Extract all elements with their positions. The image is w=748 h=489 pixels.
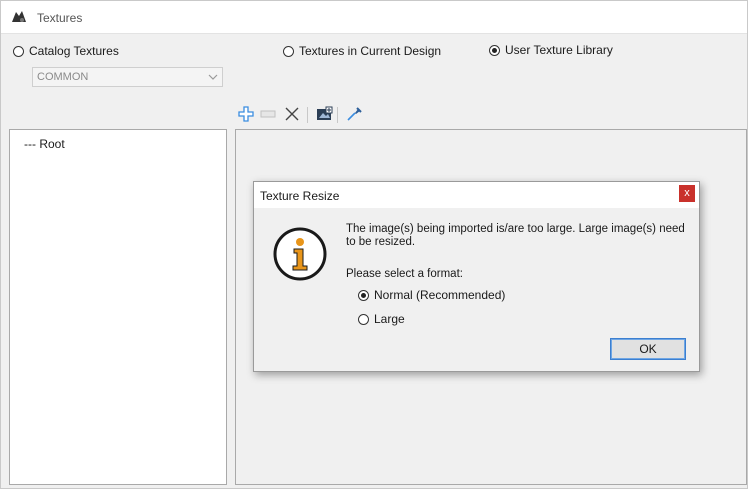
catalog-combo[interactable]: COMMON — [32, 67, 223, 87]
dialog-prompt: Please select a format: — [346, 268, 463, 280]
delete-icon[interactable] — [283, 105, 301, 123]
dialog-message: The image(s) being imported is/are too l… — [346, 223, 685, 248]
dialog-title-bar: Texture Resize x — [254, 182, 699, 208]
catalog-combo-value: COMMON — [37, 71, 89, 83]
toolbar-separator — [337, 107, 338, 123]
format-large-radio[interactable]: Large — [358, 312, 405, 326]
user-library-radio[interactable]: User Texture Library — [489, 43, 613, 57]
current-design-radio[interactable]: Textures in Current Design — [283, 44, 441, 58]
rename-icon[interactable] — [259, 105, 277, 123]
textures-app-icon — [11, 10, 27, 24]
tree-root-item[interactable]: --- Root — [24, 137, 65, 151]
textures-window: Textures Catalog Textures Textures in Cu… — [0, 0, 748, 489]
radio-indicator-selected — [358, 289, 369, 301]
ok-button[interactable]: OK — [610, 338, 686, 360]
radio-indicator — [13, 45, 24, 57]
texture-resize-dialog: Texture Resize x The image(s) being impo… — [253, 181, 700, 372]
radio-indicator — [358, 313, 369, 325]
catalog-textures-radio[interactable]: Catalog Textures — [13, 44, 119, 58]
format-large-label: Large — [374, 312, 405, 326]
import-image-icon[interactable] — [315, 105, 333, 123]
chevron-down-icon — [208, 71, 218, 81]
format-normal-label: Normal (Recommended) — [374, 288, 506, 302]
texture-toolbar — [237, 105, 377, 125]
current-design-label: Textures in Current Design — [299, 44, 442, 58]
format-normal-radio[interactable]: Normal (Recommended) — [358, 288, 505, 302]
toolbar-separator — [307, 107, 308, 123]
info-icon — [272, 226, 328, 282]
radio-indicator — [283, 45, 294, 57]
catalog-textures-label: Catalog Textures — [29, 44, 119, 58]
title-bar: Textures — [1, 1, 747, 34]
texture-tree[interactable]: --- Root — [9, 129, 227, 485]
add-icon[interactable] — [237, 105, 255, 123]
user-library-label: User Texture Library — [505, 43, 613, 57]
radio-indicator-selected — [489, 44, 500, 56]
close-icon[interactable]: x — [679, 185, 695, 202]
dialog-title: Texture Resize — [260, 189, 340, 203]
window-title: Textures — [37, 11, 83, 25]
eyedropper-icon[interactable] — [345, 105, 363, 123]
